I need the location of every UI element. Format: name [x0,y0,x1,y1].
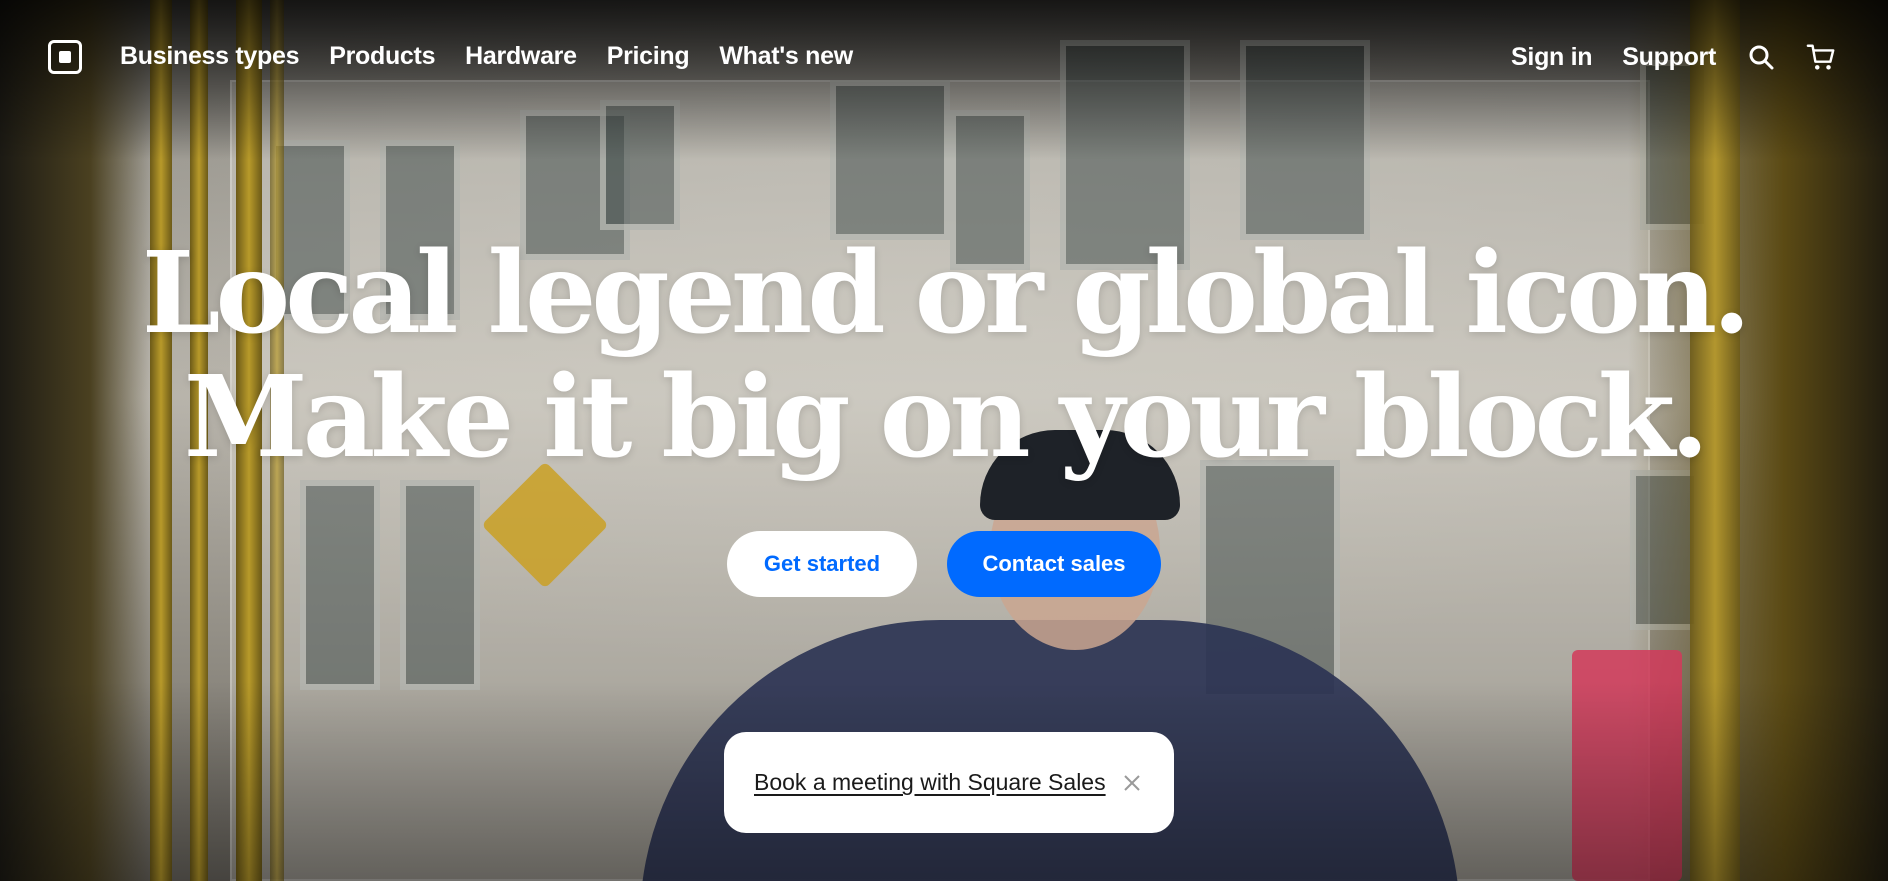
nav-hardware[interactable]: Hardware [465,42,577,71]
book-meeting-link[interactable]: Book a meeting with Square Sales [754,769,1106,796]
nav-support[interactable]: Support [1622,43,1716,72]
cart-icon[interactable] [1806,42,1836,72]
nav-business-types[interactable]: Business types [120,42,300,71]
close-icon[interactable] [1120,771,1144,795]
nav-whats-new[interactable]: What's new [719,42,853,71]
top-navigation: Business types Products Hardware Pricing… [0,0,1888,118]
nav-pricing[interactable]: Pricing [607,42,690,71]
nav-products[interactable]: Products [329,42,435,71]
hero-headline-line-2: Make it big on your block. [183,352,1710,483]
hero-headline-line-1: Local legend or global icon. [141,228,1751,359]
sales-meeting-toast: Book a meeting with Square Sales [724,732,1174,833]
hero-headline: Local legend or global icon. Make it big… [0,232,1888,480]
nav-sign-in[interactable]: Sign in [1511,43,1593,72]
get-started-button[interactable]: Get started [727,531,917,597]
search-icon[interactable] [1746,42,1776,72]
square-logo-icon[interactable] [48,40,82,74]
secondary-nav: Sign in Support [1511,42,1836,72]
contact-sales-button[interactable]: Contact sales [947,531,1161,597]
primary-nav: Business types Products Hardware Pricing… [120,42,853,71]
hero-cta-row: Get started Contact sales [0,531,1888,597]
